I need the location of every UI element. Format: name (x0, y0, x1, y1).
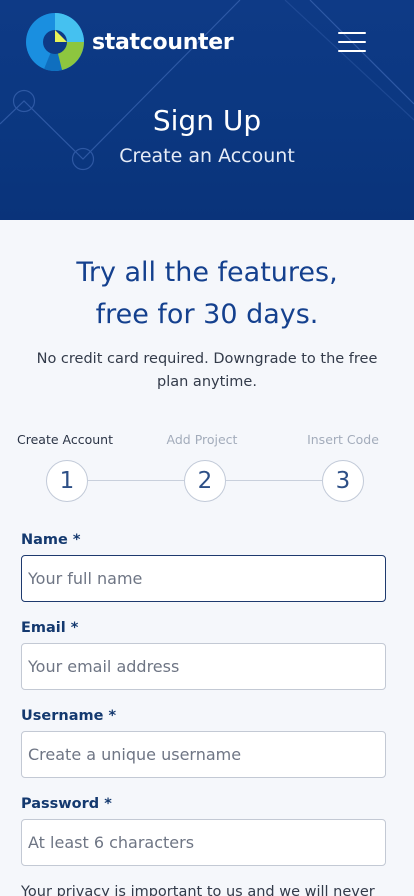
step-label-create-account: Create Account (17, 432, 113, 447)
name-field[interactable] (21, 555, 386, 602)
step-label-add-project: Add Project (166, 432, 238, 447)
statcounter-logo-icon (26, 13, 84, 71)
email-label: Email * (21, 620, 79, 636)
privacy-note: Your privacy is important to us and we w… (21, 884, 375, 896)
headline-line-1: Try all the features, (76, 257, 338, 288)
email-field[interactable] (21, 643, 386, 690)
page-title: Sign Up (152, 104, 262, 137)
step-circle-3: 3 (322, 460, 364, 502)
headline-line-2: free for 30 days. (95, 299, 319, 330)
step-connector (88, 480, 184, 481)
page-subtitle: Create an Account (119, 145, 295, 167)
header-banner: statcounter Sign Up Create an Account (0, 0, 414, 220)
step-circle-1: 1 (46, 460, 88, 502)
step-circle-2: 2 (184, 460, 226, 502)
name-label: Name * (21, 532, 81, 548)
password-field[interactable] (21, 819, 386, 866)
password-label: Password * (21, 796, 112, 812)
hamburger-menu-icon[interactable] (336, 28, 368, 56)
signup-progress-steps: Create Account Add Project Insert Code 1… (0, 428, 414, 508)
username-field[interactable] (21, 731, 386, 778)
statcounter-logo[interactable]: statcounter (24, 11, 234, 73)
no-credit-card-note: No credit card required. Downgrade to th… (36, 351, 378, 390)
signup-content: Try all the features, free for 30 days. … (0, 220, 414, 896)
username-label: Username * (21, 708, 117, 724)
step-connector (226, 480, 322, 481)
brand-name: statcounter (92, 29, 234, 55)
trial-headline: Try all the features, free for 30 days. (0, 252, 414, 336)
step-label-insert-code: Insert Code (307, 432, 379, 447)
